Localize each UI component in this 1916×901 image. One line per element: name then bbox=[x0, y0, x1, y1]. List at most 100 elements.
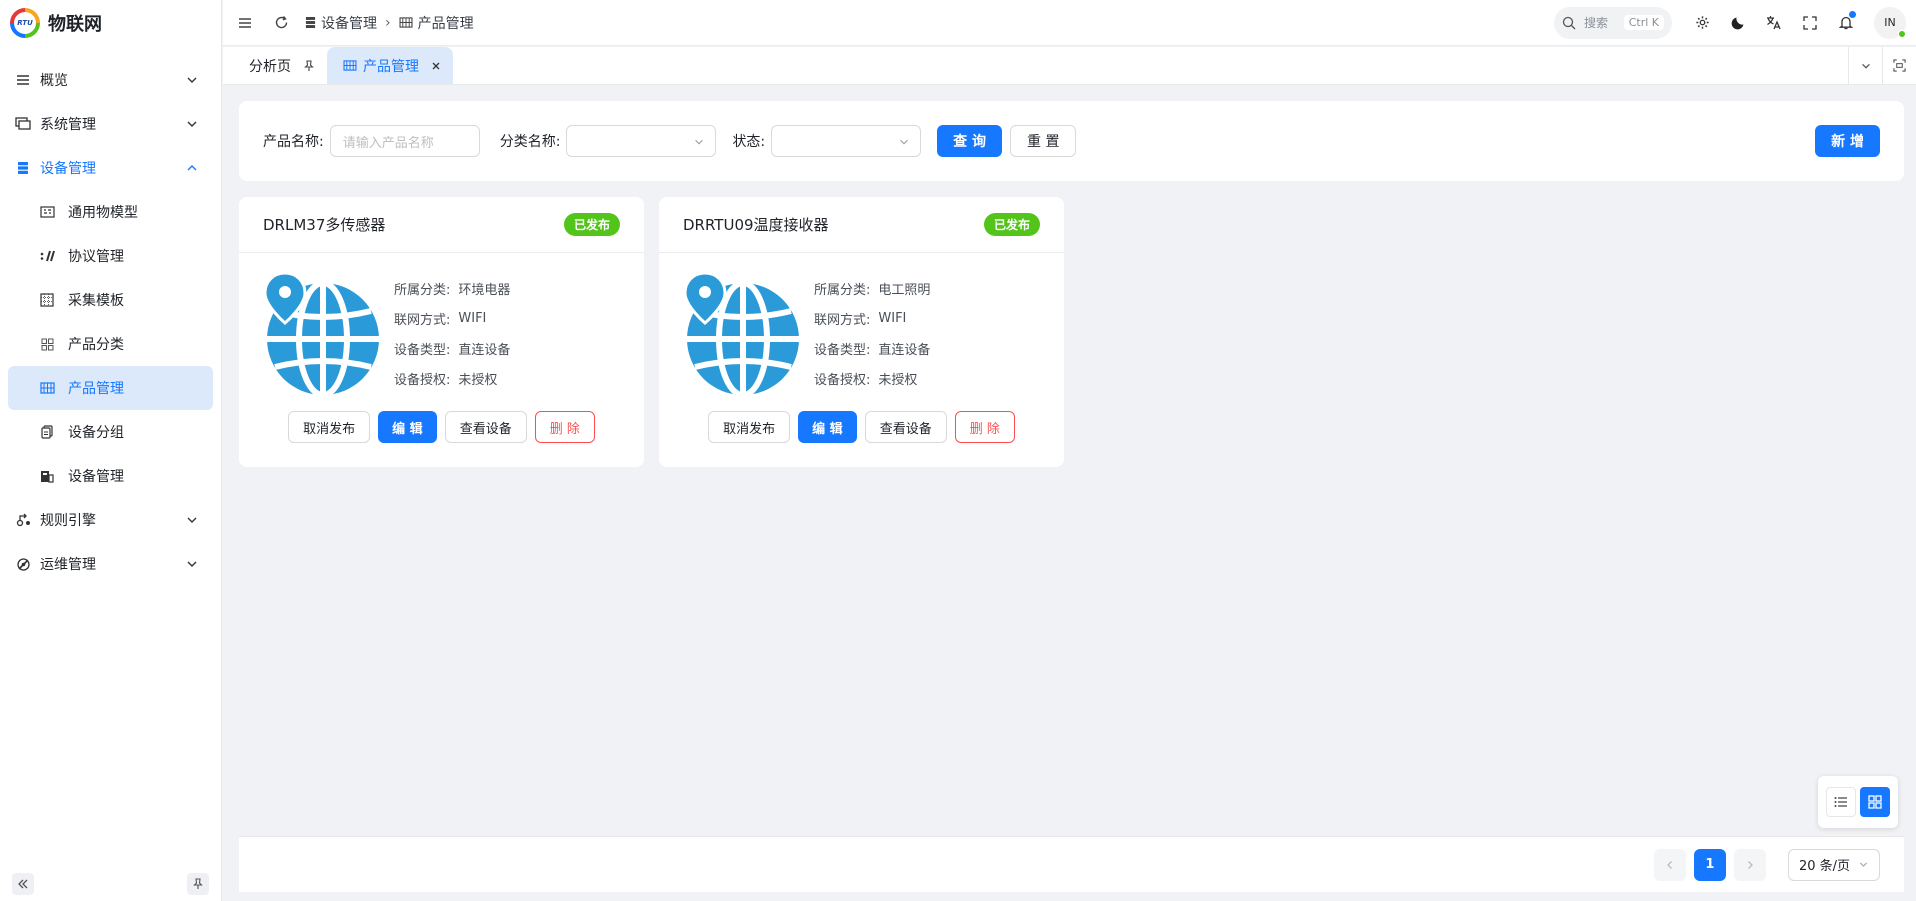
breadcrumb-label: 设备管理 bbox=[321, 15, 377, 32]
card-body: 所属分类: 环境电器 联网方式: WIFI 设备类型: 直连设备 设备授权: 未授权 bbox=[239, 253, 644, 398]
edit-button[interactable]: 编 辑 bbox=[798, 411, 857, 443]
tab-analysis[interactable]: 分析页 bbox=[223, 47, 327, 84]
tabs-bar-tools bbox=[1848, 47, 1916, 84]
breadcrumb-label: 产品管理 bbox=[417, 15, 474, 32]
delete-button[interactable]: 删 除 bbox=[954, 411, 1015, 443]
sidebar-item-device-group[interactable]: 设备分组 bbox=[0, 410, 221, 454]
pin-sidebar-button[interactable] bbox=[187, 873, 209, 895]
sidebar-item-thing-model[interactable]: 通用物模型 bbox=[0, 190, 221, 234]
delete-button[interactable]: 删 除 bbox=[534, 411, 595, 443]
toggle-menu-button[interactable] bbox=[227, 5, 263, 41]
info-label: 设备类型: bbox=[814, 342, 871, 358]
view-devices-button[interactable]: 查看设备 bbox=[444, 411, 527, 443]
info-label: 联网方式: bbox=[814, 312, 871, 328]
sidebar-item-label: 协议管理 bbox=[68, 249, 124, 265]
info-label: 设备授权: bbox=[814, 372, 871, 388]
sidebar-item-label: 产品分类 bbox=[68, 337, 124, 353]
refresh-icon bbox=[275, 16, 287, 29]
chevron-down-icon bbox=[695, 139, 704, 145]
add-button[interactable]: 新 增 bbox=[1815, 125, 1880, 157]
search-placeholder: 搜索 bbox=[1584, 16, 1609, 30]
chevron-down-icon bbox=[900, 139, 908, 145]
card-view-button[interactable] bbox=[1860, 787, 1890, 817]
category-icon bbox=[38, 335, 56, 353]
info-label: 所属分类: bbox=[394, 282, 451, 298]
fullscreen-button[interactable] bbox=[1792, 5, 1828, 41]
page-size-select[interactable]: 20 条/页 bbox=[1787, 848, 1880, 881]
product-name-input[interactable]: 请输入产品名称 bbox=[329, 125, 480, 157]
logo[interactable]: RTU 物联网 bbox=[0, 0, 221, 46]
double-chevron-left-icon bbox=[18, 879, 28, 889]
fullscreen-icon bbox=[1803, 15, 1817, 30]
global-search[interactable]: 搜索 Ctrl K bbox=[1554, 6, 1672, 39]
unpublish-button[interactable]: 取消发布 bbox=[708, 411, 791, 443]
chevron-down-icon bbox=[187, 561, 197, 567]
info-row-auth: 设备授权: 未授权 bbox=[394, 363, 510, 393]
notifications-button[interactable] bbox=[1828, 5, 1864, 41]
sidebar-item-ops[interactable]: 运维管理 bbox=[0, 542, 221, 586]
chevron-down-icon bbox=[1859, 862, 1868, 867]
breadcrumb-item-current: 产品管理 bbox=[399, 13, 474, 33]
globe-location-icon bbox=[263, 271, 383, 398]
model-icon bbox=[38, 203, 56, 221]
card-header: DRLM37多传感器 已发布 bbox=[239, 197, 644, 253]
tabs-dropdown-button[interactable] bbox=[1848, 47, 1882, 84]
sidebar-item-device-management[interactable]: 设备管理 bbox=[0, 146, 221, 190]
category-label: 分类名称: bbox=[499, 134, 561, 150]
theme-toggle-button[interactable] bbox=[1720, 5, 1756, 41]
status-select[interactable] bbox=[771, 125, 922, 157]
sidebar-item-label: 设备分组 bbox=[68, 425, 124, 441]
pin-icon bbox=[193, 878, 203, 889]
sidebar-item-rule-engine[interactable]: 规则引擎 bbox=[0, 498, 221, 542]
sidebar-item-product-management[interactable]: 产品管理 bbox=[8, 366, 213, 410]
tab-label: 产品管理 bbox=[363, 58, 419, 75]
info-value: 未授权 bbox=[458, 372, 498, 388]
unpublish-button[interactable]: 取消发布 bbox=[288, 411, 371, 443]
menu-lines-icon bbox=[14, 71, 32, 89]
prev-page-button[interactable] bbox=[1653, 848, 1686, 881]
sidebar-item-collect-template[interactable]: 采集模板 bbox=[0, 278, 221, 322]
avatar[interactable]: IN bbox=[1874, 6, 1906, 39]
settings-button[interactable] bbox=[1684, 5, 1720, 41]
chevron-down-icon bbox=[1861, 63, 1870, 69]
info-label: 联网方式: bbox=[394, 312, 451, 328]
breadcrumb: 设备管理 › 产品管理 bbox=[305, 13, 474, 33]
tab-product-management[interactable]: 产品管理 bbox=[327, 47, 453, 84]
sidebar-item-device[interactable]: 设备管理 bbox=[0, 454, 221, 498]
logo-mark: RTU bbox=[10, 8, 40, 38]
grid-template-icon bbox=[38, 291, 56, 309]
info-row-category: 所属分类: 电工照明 bbox=[814, 273, 930, 303]
sidebar-item-label: 设备管理 bbox=[40, 161, 96, 177]
sidebar-item-protocol[interactable]: 协议管理 bbox=[0, 234, 221, 278]
sidebar-item-system[interactable]: 系统管理 bbox=[0, 102, 221, 146]
product-info: 所属分类: 环境电器 联网方式: WIFI 设备类型: 直连设备 设备授权: 未授权 bbox=[394, 273, 510, 397]
view-devices-button[interactable]: 查看设备 bbox=[864, 411, 947, 443]
category-select[interactable] bbox=[566, 125, 717, 157]
online-status-dot bbox=[1898, 29, 1906, 38]
breadcrumb-item[interactable]: 设备管理 bbox=[305, 13, 377, 33]
language-button[interactable] bbox=[1756, 5, 1792, 41]
edit-button[interactable]: 编 辑 bbox=[378, 411, 437, 443]
page-size-value: 20 条/页 bbox=[1798, 859, 1850, 874]
next-page-button[interactable] bbox=[1733, 848, 1766, 881]
sidebar-item-product-category[interactable]: 产品分类 bbox=[0, 322, 221, 366]
sidebar-item-overview[interactable]: 概览 bbox=[0, 58, 221, 102]
info-label: 所属分类: bbox=[814, 282, 871, 298]
ops-icon bbox=[14, 555, 32, 573]
list-view-button[interactable] bbox=[1826, 787, 1856, 817]
refresh-button[interactable] bbox=[263, 5, 299, 41]
protocol-icon bbox=[38, 247, 56, 265]
query-button[interactable]: 查 询 bbox=[937, 125, 1003, 157]
close-icon[interactable] bbox=[431, 61, 441, 71]
product-card: DRRTU09温度接收器 已发布 所属分类: 电工照明 联网方式: WIFI 设备类… bbox=[659, 197, 1064, 467]
reset-button[interactable]: 重 置 bbox=[1010, 125, 1077, 157]
pin-icon[interactable] bbox=[303, 59, 315, 72]
collapse-sidebar-button[interactable] bbox=[12, 873, 34, 895]
tabs-maximize-button[interactable] bbox=[1882, 47, 1916, 84]
product-name: DRRTU09温度接收器 bbox=[683, 216, 829, 234]
page-number-button[interactable]: 1 bbox=[1693, 848, 1726, 881]
logo-mark-text: RTU bbox=[14, 12, 36, 34]
pagination-bar: 1 20 条/页 bbox=[239, 836, 1904, 892]
product-name-label: 产品名称: bbox=[263, 134, 324, 150]
view-mode-toggle bbox=[1818, 776, 1898, 828]
